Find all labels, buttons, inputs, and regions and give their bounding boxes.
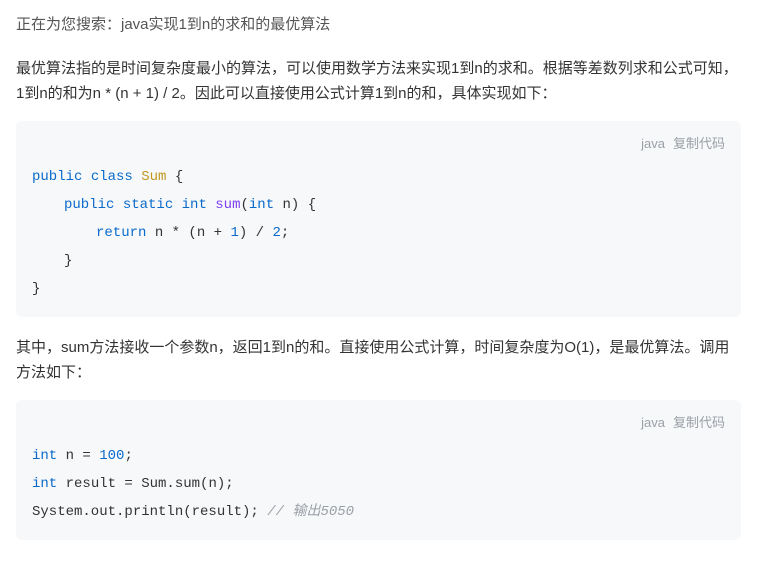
class-name: Sum bbox=[141, 169, 166, 185]
code-text: } bbox=[64, 253, 72, 269]
keyword-int: int bbox=[32, 476, 57, 492]
code-lang-label: java bbox=[641, 136, 665, 151]
code-text: ( bbox=[241, 197, 249, 213]
code-lang-label: java bbox=[641, 415, 665, 430]
code-text: } bbox=[32, 281, 40, 297]
keyword-class: class bbox=[91, 169, 133, 185]
code-text: result = Sum.sum(n); bbox=[57, 476, 233, 492]
paragraph-intro: 最优算法指的是时间复杂度最小的算法，可以使用数学方法来实现1到n的求和。根据等差… bbox=[16, 56, 741, 107]
keyword-static: static bbox=[123, 197, 173, 213]
code-text: ) / bbox=[239, 225, 273, 241]
keyword-public: public bbox=[32, 169, 82, 185]
keyword-int: int bbox=[182, 197, 207, 213]
code-header: java 复制代码 bbox=[32, 410, 725, 436]
code-text: ; bbox=[281, 225, 289, 241]
code-text: n = bbox=[57, 448, 99, 464]
code-content: public class Sum { public static int sum… bbox=[32, 163, 725, 303]
code-text: { bbox=[166, 169, 183, 185]
keyword-public: public bbox=[64, 197, 114, 213]
keyword-int: int bbox=[249, 197, 274, 213]
code-block-1: java 复制代码 public class Sum { public stati… bbox=[16, 121, 741, 317]
code-comment: // 输出5050 bbox=[267, 504, 354, 520]
copy-code-button[interactable]: 复制代码 bbox=[673, 415, 725, 430]
function-name: sum bbox=[215, 197, 240, 213]
code-header: java 复制代码 bbox=[32, 131, 725, 157]
keyword-int: int bbox=[32, 448, 57, 464]
keyword-return: return bbox=[96, 225, 146, 241]
code-text: n) { bbox=[274, 197, 316, 213]
search-status: 正在为您搜索：java实现1到n的求和的最优算法 bbox=[16, 12, 741, 38]
paragraph-explain: 其中，sum方法接收一个参数n，返回1到n的和。直接使用公式计算，时间复杂度为O… bbox=[16, 335, 741, 386]
code-text: ; bbox=[124, 448, 132, 464]
code-text: n * (n + bbox=[146, 225, 230, 241]
copy-code-button[interactable]: 复制代码 bbox=[673, 136, 725, 151]
number-literal: 100 bbox=[99, 448, 124, 464]
code-content: int n = 100; int result = Sum.sum(n); Sy… bbox=[32, 442, 725, 526]
code-block-2: java 复制代码 int n = 100; int result = Sum.s… bbox=[16, 400, 741, 540]
number-literal: 2 bbox=[272, 225, 280, 241]
code-text: System.out.println(result); bbox=[32, 504, 267, 520]
number-literal: 1 bbox=[230, 225, 238, 241]
